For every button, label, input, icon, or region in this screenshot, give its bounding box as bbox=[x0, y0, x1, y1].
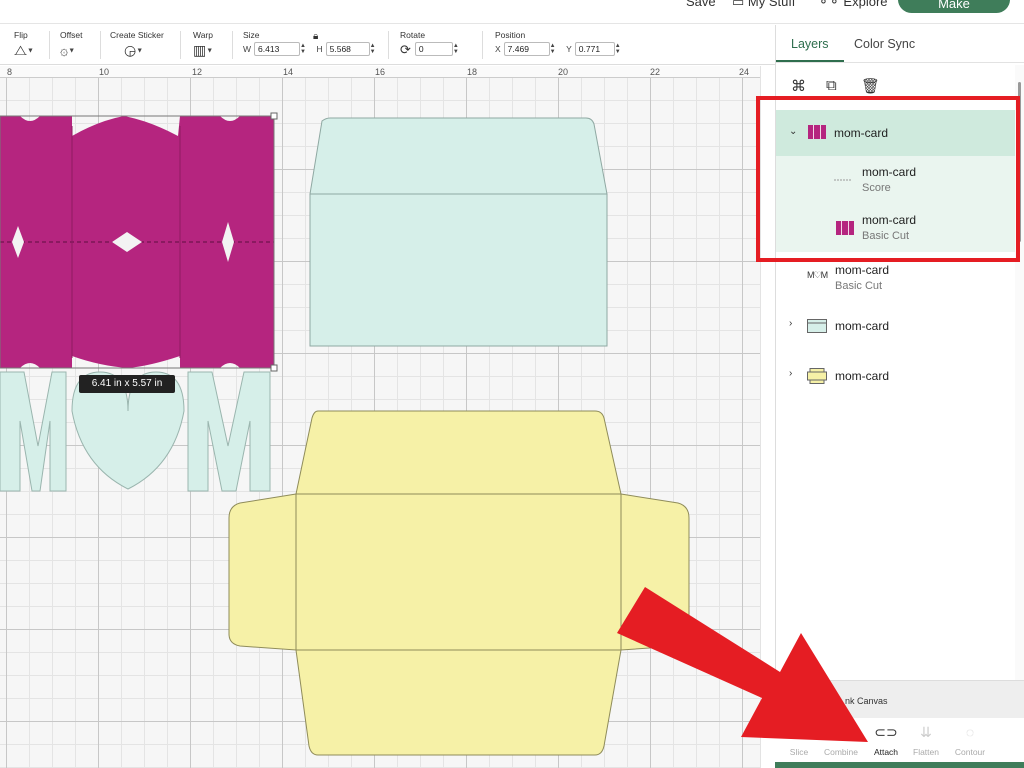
explore-icon: ⚬⚬ bbox=[818, 0, 840, 9]
app-header: Save ▭ My Stuff ⚬⚬ Explore Make bbox=[0, 0, 1024, 24]
rotate-label: Rotate bbox=[400, 30, 426, 40]
mom-text-thumb-icon: M♡M bbox=[807, 270, 828, 280]
warp-label: Warp bbox=[193, 30, 213, 40]
mint-envelope-thumb-icon bbox=[807, 319, 827, 333]
divider bbox=[180, 31, 181, 59]
width-label: W bbox=[243, 43, 252, 54]
group-icon[interactable]: ⌘ bbox=[791, 77, 806, 95]
dimension-tooltip: 6.41 in x 5.57 in bbox=[79, 375, 175, 393]
tab-layers[interactable]: Layers bbox=[791, 37, 829, 51]
combine-icon: ◎▾ bbox=[831, 724, 851, 740]
blank-canvas-row[interactable]: nk Canvas bbox=[775, 680, 1024, 718]
create-sticker-label: Create Sticker bbox=[110, 30, 164, 40]
contour-icon: ◌ bbox=[965, 724, 975, 740]
chevron-right-icon[interactable]: › bbox=[789, 368, 792, 379]
y-label: Y bbox=[566, 43, 572, 54]
combine-button[interactable]: ◎▾ Combine bbox=[821, 724, 861, 757]
flatten-button[interactable]: ⇊ Flatten bbox=[906, 724, 946, 757]
x-input[interactable]: 7.469 bbox=[503, 41, 550, 56]
rotate-icon[interactable]: ⟳ bbox=[400, 42, 411, 58]
rotate-input[interactable]: 0 bbox=[414, 42, 453, 56]
attach-label: Attach bbox=[873, 747, 899, 757]
design-canvas[interactable]: 8 10 12 14 16 18 20 22 24 6.41 in x 5.57… bbox=[0, 66, 760, 768]
size-control: Size W 6.413 ▲ ▼ H 5.568 ▲ ▼ bbox=[243, 30, 376, 62]
layer-operation: Basic Cut bbox=[835, 280, 883, 292]
chevron-down-icon: ▼ bbox=[27, 47, 34, 55]
layer-group-mint-envelope[interactable]: › mom-card bbox=[776, 315, 1015, 339]
offset-control[interactable]: Offset ۞▼ bbox=[60, 30, 83, 62]
create-sticker-control[interactable]: Create Sticker ◶▼ bbox=[110, 30, 164, 62]
folder-icon: ▭ bbox=[732, 0, 745, 9]
my-stuff-label: My Stuff bbox=[747, 0, 796, 9]
chevron-down-icon: ▼ bbox=[206, 47, 214, 55]
flip-control[interactable]: Flip ⧍▼ bbox=[14, 30, 34, 62]
rotate-stepper[interactable]: ▲ ▼ bbox=[453, 43, 459, 55]
attach-button[interactable]: ⊂⊃ Attach bbox=[866, 724, 906, 757]
y-stepper[interactable]: ▲ ▼ bbox=[615, 43, 621, 55]
chevron-right-icon[interactable]: › bbox=[789, 318, 792, 329]
yellow-envelope-thumb-icon bbox=[807, 368, 827, 384]
mom-card-magenta[interactable] bbox=[0, 112, 278, 372]
x-label: X bbox=[495, 43, 501, 54]
make-button[interactable]: Make bbox=[898, 0, 1010, 13]
layer-actions-bar: ◫ Slice ◎▾ Combine ⊂⊃ Attach ⇊ Flatten ◌… bbox=[775, 718, 1024, 768]
tab-color-sync[interactable]: Color Sync bbox=[854, 37, 915, 51]
chevron-down-icon: ▼ bbox=[68, 47, 76, 55]
warp-control[interactable]: Warp ▥▼ bbox=[193, 30, 213, 62]
divider bbox=[232, 31, 233, 59]
flatten-label: Flatten bbox=[913, 747, 939, 757]
yellow-envelope[interactable] bbox=[228, 410, 690, 756]
flip-icon: ⧍ bbox=[14, 42, 28, 58]
offset-label: Offset bbox=[60, 30, 83, 40]
height-label: H bbox=[316, 43, 323, 54]
divider bbox=[49, 31, 50, 59]
tab-divider bbox=[776, 62, 1024, 63]
chevron-down-icon: ▼ bbox=[136, 47, 144, 55]
save-link[interactable]: Save bbox=[686, 0, 716, 9]
position-label: Position bbox=[495, 30, 526, 40]
divider bbox=[388, 31, 389, 59]
size-label: Size bbox=[243, 30, 260, 40]
width-input[interactable]: 6.413 bbox=[254, 41, 301, 56]
duplicate-icon[interactable]: ⧉ bbox=[826, 77, 837, 94]
divider bbox=[100, 31, 101, 59]
flatten-icon: ⇊ bbox=[920, 724, 932, 740]
layer-name: mom-card bbox=[835, 319, 890, 333]
layer-name: mom-card bbox=[835, 369, 890, 383]
offset-icon: ۞ bbox=[60, 42, 69, 58]
x-stepper[interactable]: ▲ ▼ bbox=[550, 43, 556, 55]
blank-canvas-label: nk Canvas bbox=[845, 696, 888, 706]
contour-button[interactable]: ◌ Contour bbox=[950, 724, 990, 757]
layer-name: mom-card bbox=[835, 263, 890, 277]
y-input[interactable]: 0.771 bbox=[574, 41, 615, 56]
layer-group-yellow-envelope[interactable]: › mom-card bbox=[776, 365, 1015, 389]
divider bbox=[482, 31, 483, 59]
rotate-control: Rotate ⟳ 0 ▲ ▼ bbox=[400, 30, 459, 62]
sticker-icon: ◶ bbox=[124, 42, 137, 58]
make-it-bar[interactable] bbox=[775, 762, 1024, 768]
position-control: Position X 7.469 ▲ ▼ Y 0.771 ▲ ▼ bbox=[495, 30, 621, 62]
edit-toolbar: Flip ⧍▼ Offset ۞▼ Create Sticker ◶▼ Warp… bbox=[0, 25, 775, 65]
combine-label: Combine bbox=[823, 747, 859, 757]
slice-label: Slice bbox=[789, 747, 809, 757]
warp-icon: ▥ bbox=[193, 42, 207, 58]
layer-basic-cut-mom[interactable]: M♡M mom-card Basic Cut bbox=[776, 261, 1015, 303]
explore-label: Explore bbox=[843, 0, 888, 9]
highlight-box bbox=[756, 96, 1020, 262]
slice-button[interactable]: ◫ Slice bbox=[779, 724, 819, 757]
trash-icon[interactable]: 🗑︎ bbox=[861, 77, 880, 95]
paperclip-icon: ⊂⊃ bbox=[874, 724, 898, 740]
contour-label: Contour bbox=[954, 747, 986, 757]
height-input[interactable]: 5.568 bbox=[325, 41, 370, 56]
lock-ratio-icon[interactable]: 🔒︎ bbox=[313, 31, 318, 42]
my-stuff-link[interactable]: ▭ My Stuff bbox=[732, 0, 795, 10]
flip-label: Flip bbox=[14, 30, 28, 40]
canvas-artwork bbox=[0, 112, 690, 756]
explore-link[interactable]: ⚬⚬ Explore bbox=[818, 0, 888, 10]
slice-icon: ◫ bbox=[792, 724, 806, 740]
mint-envelope[interactable] bbox=[309, 117, 608, 347]
height-stepper[interactable]: ▲ ▼ bbox=[370, 43, 376, 55]
width-stepper[interactable]: ▲ ▼ bbox=[300, 43, 306, 55]
